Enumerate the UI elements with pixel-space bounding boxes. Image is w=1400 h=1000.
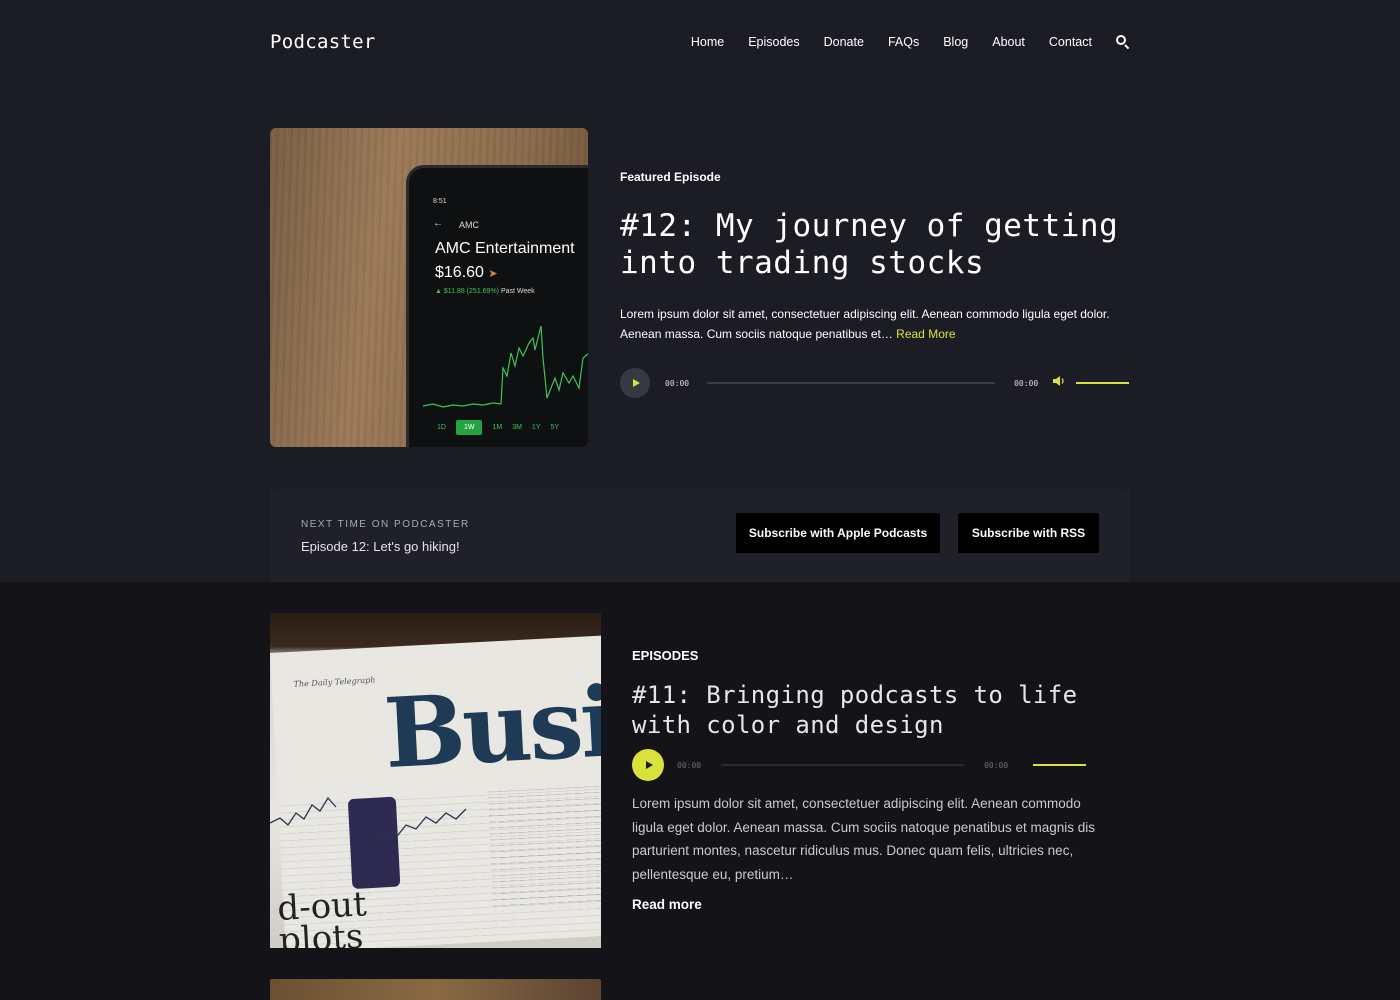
episodes-label: EPISODES	[632, 648, 699, 663]
episode-duration: 00:00	[984, 760, 1009, 770]
subscribe-rss-button[interactable]: Subscribe with RSS	[958, 513, 1099, 553]
phone-ticker: AMC	[459, 220, 479, 230]
episodes-section-background	[0, 582, 1400, 1000]
featured-audio-player: 00:00 00:00	[620, 367, 1130, 399]
featured-title[interactable]: #12: My journey of getting into trading …	[620, 208, 1130, 282]
play-icon	[632, 379, 640, 387]
site-logo[interactable]: Podcaster	[270, 31, 376, 53]
nav-faqs[interactable]: FAQs	[888, 35, 919, 49]
play-icon	[645, 761, 653, 769]
newspaper-subhead: d-out plots	[276, 884, 368, 948]
featured-label: Featured Episode	[620, 170, 721, 184]
newspaper-headline: Busi	[381, 665, 601, 791]
featured-volume-slider[interactable]	[1076, 382, 1130, 384]
newspaper-masthead: The Daily Telegraph	[293, 675, 376, 689]
search-icon[interactable]	[1116, 35, 1130, 50]
episode-title[interactable]: #11: Bringing podcasts to life with colo…	[632, 680, 1102, 740]
next-episode-banner: NEXT TIME ON PODCASTER Episode 12: Let's…	[270, 489, 1130, 582]
range-1y: 1Y	[531, 424, 541, 431]
nav-home[interactable]: Home	[691, 35, 724, 49]
back-arrow-icon: ←	[433, 218, 443, 229]
featured-read-more-link[interactable]: Read More	[896, 327, 955, 341]
featured-progress-bar[interactable]	[707, 382, 996, 384]
next-episode-image[interactable]	[270, 979, 601, 1000]
range-3m: 3M	[512, 424, 522, 431]
newspaper-chart-line	[270, 796, 467, 839]
episode-audio-player: 00:00 00:00	[632, 749, 1102, 781]
featured-play-button[interactable]	[620, 368, 650, 398]
volume-icon[interactable]	[1052, 374, 1066, 392]
nav-blog[interactable]: Blog	[943, 35, 968, 49]
range-5y: 5Y	[550, 424, 560, 431]
phone-status-time: 8:51	[433, 198, 447, 205]
next-title: Episode 12: Let's go hiking!	[301, 539, 460, 554]
main-nav: Home Episodes Donate FAQs Blog About Con…	[667, 35, 1130, 50]
range-1d: 1D	[437, 424, 446, 431]
next-label: NEXT TIME ON PODCASTER	[301, 519, 470, 530]
episode-current-time: 00:00	[677, 760, 702, 770]
nav-donate[interactable]: Donate	[824, 35, 864, 49]
stock-line-chart	[423, 325, 588, 408]
featured-episode-image[interactable]: 8:51 ← AMC AMC Entertainment $16.60 ➤ ▲ …	[270, 128, 588, 447]
episode-read-more-link[interactable]: Read more	[632, 897, 702, 912]
phone-company: AMC Entertainment	[435, 240, 575, 257]
nav-contact[interactable]: Contact	[1049, 35, 1092, 49]
subscribe-apple-button[interactable]: Subscribe with Apple Podcasts	[736, 513, 940, 553]
nav-about[interactable]: About	[992, 35, 1025, 49]
featured-episode: Featured Episode #12: My journey of gett…	[620, 170, 1130, 344]
episode-volume-slider[interactable]	[1033, 764, 1087, 766]
range-1m: 1M	[492, 424, 503, 431]
featured-current-time: 00:00	[665, 378, 690, 388]
range-1w: 1W	[455, 420, 483, 435]
episode-progress-bar[interactable]	[721, 764, 965, 766]
site-header: Podcaster Home Episodes Donate FAQs Blog…	[270, 22, 1130, 62]
featured-duration: 00:00	[1014, 378, 1039, 388]
episode-play-button[interactable]	[632, 749, 664, 781]
phone-range-tabs: 1D 1W 1M 3M 1Y 5Y	[437, 420, 559, 435]
nav-episodes[interactable]: Episodes	[748, 35, 799, 49]
episode-description: Lorem ipsum dolor sit amet, consectetuer…	[632, 796, 1096, 882]
phone-screen: 8:51 ← AMC AMC Entertainment $16.60 ➤ ▲ …	[406, 165, 588, 447]
episode-card: EPISODES #11: Bringing podcasts to life …	[632, 648, 1102, 740]
phone-change: ▲ $11.88 (251.69%) Past Week	[435, 288, 535, 295]
phone-price: $16.60 ➤	[435, 264, 498, 281]
episode-image[interactable]: The Daily Telegraph Busi d-out plots	[270, 613, 601, 948]
featured-description: Lorem ipsum dolor sit amet, consectetuer…	[620, 307, 1110, 341]
